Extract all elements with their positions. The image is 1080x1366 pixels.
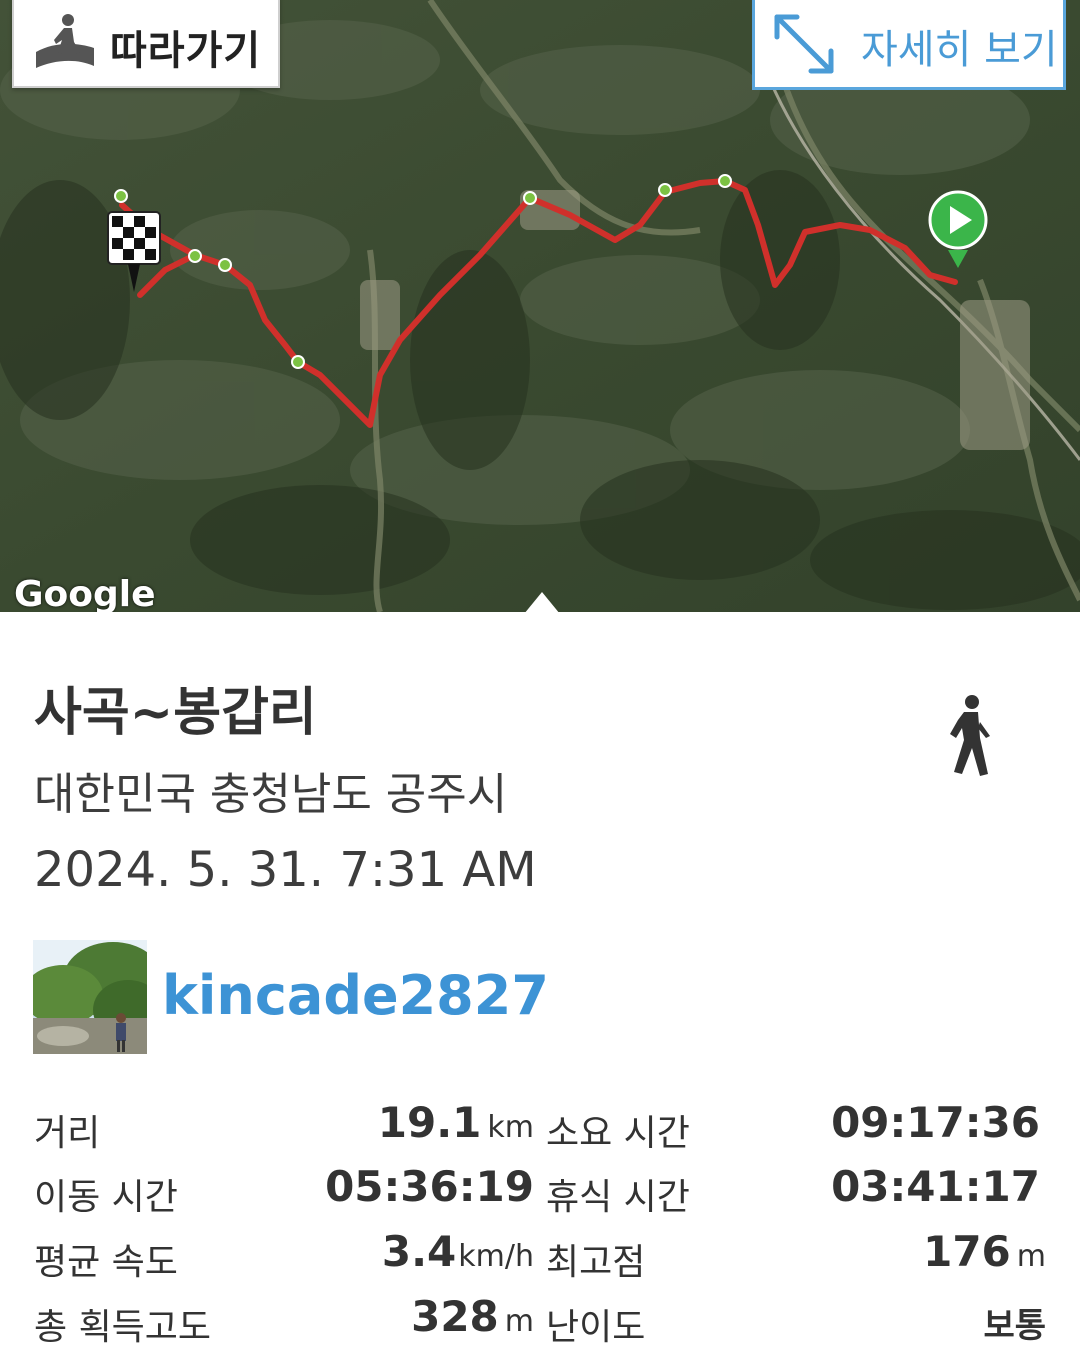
waypoint-marker[interactable] — [188, 249, 202, 263]
stat-row-moving-time: 이동 시간 05:36:19 휴식 시간 03:41:17 — [0, 1160, 1080, 1220]
stat-row-elevation-gain: 총 획득고도 328 m 난이도 보통 — [0, 1290, 1080, 1350]
total-time-label: 소요 시간 — [546, 1113, 690, 1154]
rest-time-value: 03:41:17 — [831, 1162, 1040, 1211]
view-details-label: 자세히 보기 — [861, 27, 1058, 73]
track-location: 대한민국 충청남도 공주시 — [34, 769, 508, 820]
username-link[interactable]: kincade2827 — [162, 964, 549, 1027]
info-pointer — [524, 592, 560, 612]
max-altitude-label: 최고점 — [546, 1242, 646, 1283]
walking-follow-icon — [36, 14, 94, 68]
avatar-photo — [33, 940, 147, 1054]
elevation-gain-label: 총 획득고도 — [34, 1307, 212, 1348]
avg-speed-value: 3.4km/h — [381, 1227, 534, 1276]
max-altitude-value: 176 m — [923, 1227, 1046, 1276]
follow-button[interactable]: 따라가기 — [12, 0, 280, 88]
google-logo: Google — [14, 574, 156, 612]
waypoint-marker[interactable] — [114, 189, 128, 203]
user-avatar[interactable] — [33, 940, 147, 1054]
distance-label: 거리 — [34, 1113, 101, 1154]
waypoint-marker[interactable] — [523, 191, 537, 205]
difficulty-value: 보통 — [983, 1306, 1046, 1346]
track-datetime: 2024. 5. 31. 7:31 AM — [34, 842, 537, 898]
distance-value: 19.1 km — [377, 1098, 534, 1147]
waypoint-marker[interactable] — [718, 174, 732, 188]
moving-time-value: 05:36:19 — [325, 1162, 534, 1211]
stat-row-distance: 거리 19.1 km 소요 시간 09:17:36 — [0, 1096, 1080, 1156]
moving-time-label: 이동 시간 — [34, 1177, 178, 1218]
follow-label: 따라가기 — [110, 28, 262, 74]
track-title: 사곡~봉갑리 — [34, 683, 317, 743]
walking-person-icon — [950, 695, 990, 776]
expand-arrows-icon — [774, 14, 834, 74]
waypoint-marker[interactable] — [658, 183, 672, 197]
stat-row-avg-speed: 평균 속도 3.4km/h 최고점 176 m — [0, 1225, 1080, 1285]
rest-time-label: 휴식 시간 — [546, 1177, 690, 1218]
waypoint-marker[interactable] — [291, 355, 305, 369]
elevation-gain-value: 328 m — [411, 1292, 534, 1341]
satellite-imagery — [0, 0, 1080, 612]
waypoint-marker[interactable] — [218, 258, 232, 272]
total-time-value: 09:17:36 — [831, 1098, 1040, 1147]
view-details-button[interactable]: 자세히 보기 — [752, 0, 1066, 90]
route-map[interactable]: 따라가기 자세히 보기 Google — [0, 0, 1080, 612]
avg-speed-label: 평균 속도 — [34, 1242, 178, 1283]
difficulty-label: 난이도 — [546, 1307, 646, 1348]
